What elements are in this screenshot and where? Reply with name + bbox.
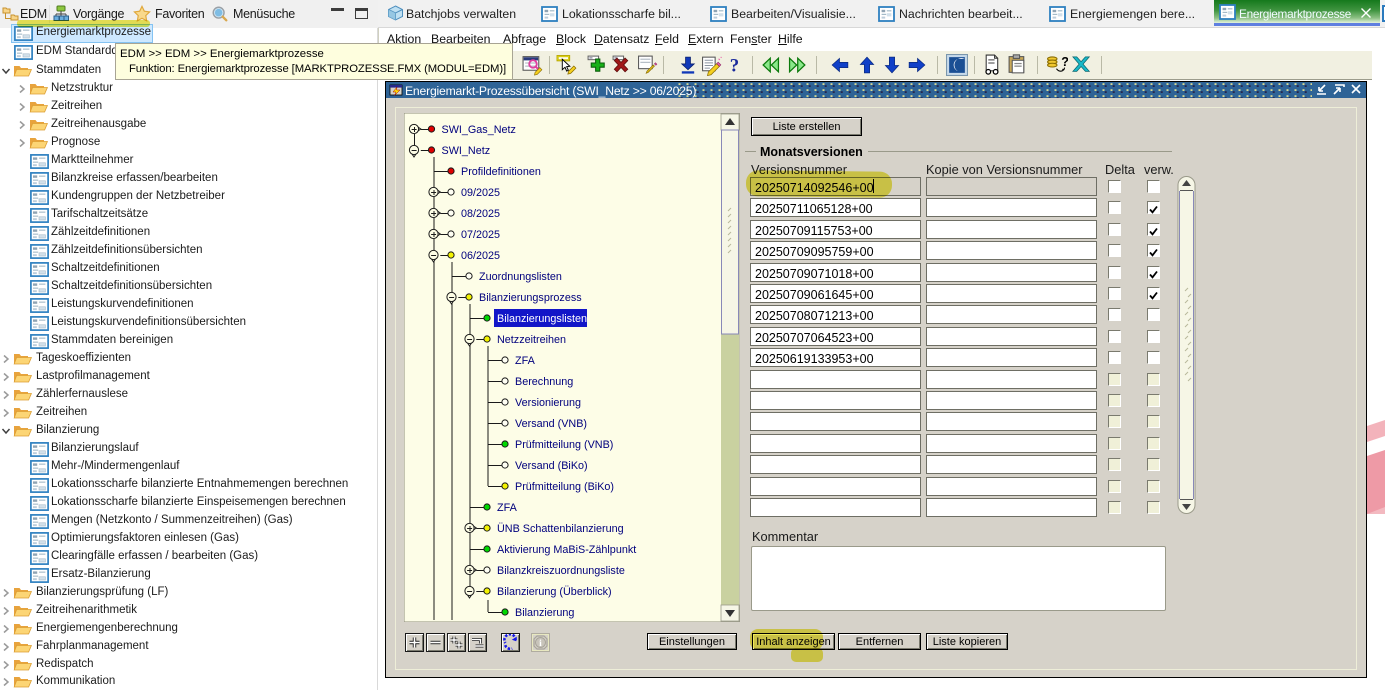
svg-text:Bilanzierung: Bilanzierung (515, 607, 574, 619)
svg-text:Bilanzierungslisten: Bilanzierungslisten (497, 313, 587, 325)
svg-text:ZFA: ZFA (515, 355, 536, 367)
svg-text:08/2025: 08/2025 (461, 208, 500, 220)
svg-text:ÜNB Schattenbilanzierung: ÜNB Schattenbilanzierung (497, 523, 624, 535)
svg-text:07/2025: 07/2025 (461, 229, 500, 241)
svg-text:Zuordnungslisten: Zuordnungslisten (479, 271, 562, 283)
svg-text:09/2025: 09/2025 (461, 187, 500, 199)
svg-text:Aktivierung MaBiS-Zählpunkt: Aktivierung MaBiS-Zählpunkt (497, 544, 636, 556)
svg-text:Prüfmitteilung (BiKo): Prüfmitteilung (BiKo) (515, 481, 614, 493)
svg-text:SWI_Netz: SWI_Netz (442, 145, 491, 157)
svg-text:Versand (VNB): Versand (VNB) (515, 418, 587, 430)
svg-text:Bilanzierung (Überblick): Bilanzierung (Überblick) (497, 586, 612, 598)
svg-text:?: ? (1061, 55, 1068, 69)
svg-text:Versand (BiKo): Versand (BiKo) (515, 460, 588, 472)
svg-text:ZFA: ZFA (497, 502, 518, 514)
svg-text:Prüfmitteilung (VNB): Prüfmitteilung (VNB) (515, 439, 613, 451)
svg-text:Netzzeitreihen: Netzzeitreihen (497, 334, 566, 346)
svg-text:SWI_Gas_Netz: SWI_Gas_Netz (442, 124, 516, 136)
svg-text:i: i (539, 639, 542, 649)
svg-text:Profildefinitionen: Profildefinitionen (461, 166, 541, 178)
svg-text:Versionierung: Versionierung (515, 397, 581, 409)
svg-text:06/2025: 06/2025 (461, 250, 500, 262)
svg-text:Bilanzkreiszuordnungsliste: Bilanzkreiszuordnungsliste (497, 565, 625, 577)
svg-text:?: ? (730, 55, 739, 76)
svg-text:Berechnung: Berechnung (515, 376, 573, 388)
svg-text:Bilanzierungsprozess: Bilanzierungsprozess (479, 292, 582, 304)
